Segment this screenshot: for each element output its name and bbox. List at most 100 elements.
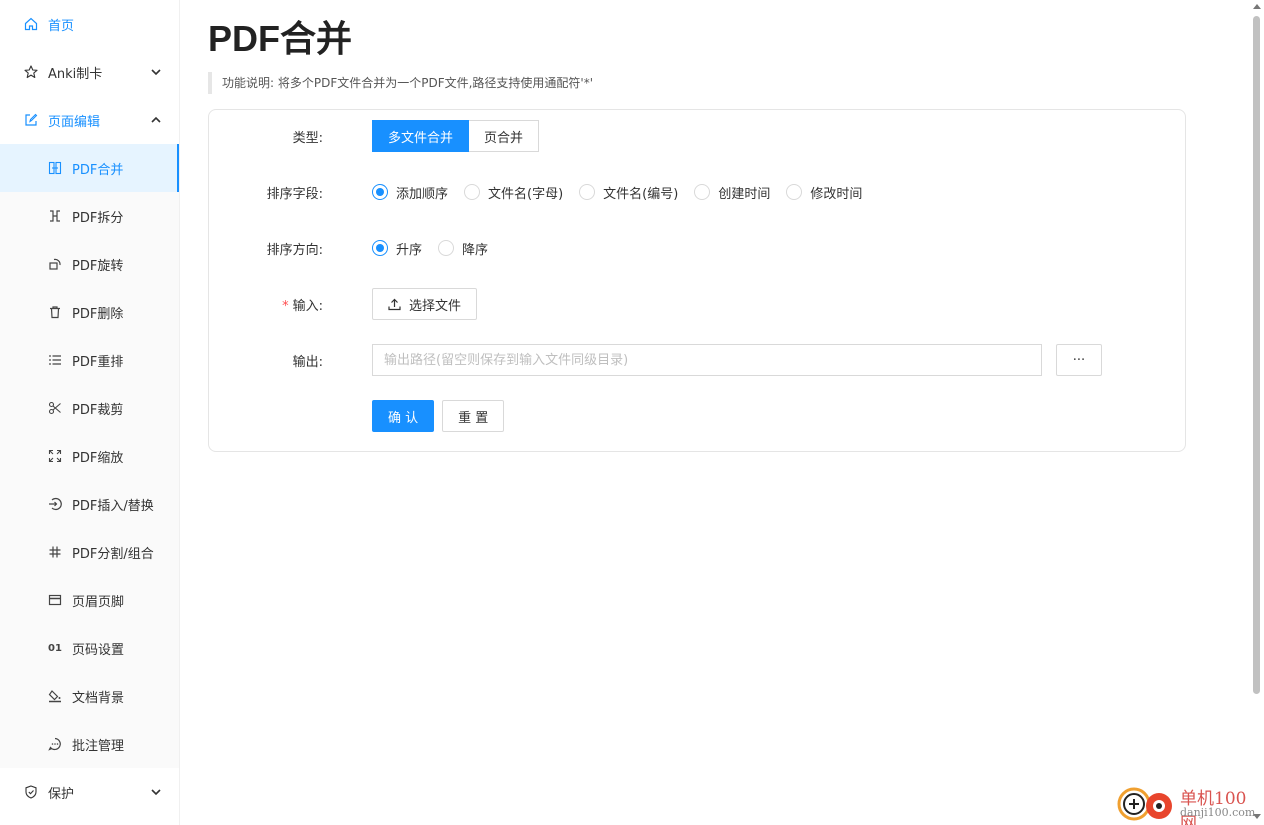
- sidebar-item-pdf-crop[interactable]: PDF裁剪: [0, 384, 179, 432]
- page-number-icon: 01: [48, 642, 62, 654]
- sidebar-item-label: 页眉页脚: [72, 594, 125, 610]
- sidebar-item-pdf-reorder[interactable]: PDF重排: [0, 336, 179, 384]
- upload-icon: [388, 298, 401, 311]
- sidebar-item-label: 首页: [48, 18, 75, 34]
- sidebar-item-background[interactable]: 文档背景: [0, 672, 179, 720]
- sidebar-item-label: Anki制卡: [48, 66, 103, 82]
- sidebar-item-label: 保护: [48, 786, 75, 802]
- radio-dot[interactable]: [372, 240, 388, 256]
- sidebar-item-page-number[interactable]: 01 页码设置: [0, 624, 179, 672]
- grid-icon: [48, 545, 62, 559]
- actions-row: 确 认 重 置: [209, 400, 1185, 432]
- radio-dot[interactable]: [372, 184, 388, 200]
- sidebar-item-label: PDF旋转: [72, 258, 124, 274]
- sidebar: 首页 Anki制卡 页面编辑 PDF合并 PDF拆分 PDF旋转 PDF删除 P…: [0, 0, 180, 825]
- reset-button[interactable]: 重 置: [442, 400, 505, 432]
- radio-dot[interactable]: [694, 184, 711, 200]
- sidebar-item-anki[interactable]: Anki制卡: [0, 48, 179, 96]
- list-icon: [48, 353, 62, 367]
- output-row: 输出: ···: [209, 344, 1185, 376]
- type-row: 类型: 多文件合并 页合并: [209, 120, 1185, 152]
- sidebar-item-pdf-merge[interactable]: PDF合并: [0, 144, 179, 192]
- browse-output-button[interactable]: ···: [1056, 344, 1102, 376]
- sort-field-radio-created[interactable]: 创建时间: [694, 183, 770, 202]
- sort-field-label: 排序字段:: [266, 186, 323, 202]
- sidebar-item-label: 批注管理: [72, 738, 125, 754]
- scroll-thumb[interactable]: [1253, 16, 1260, 694]
- sidebar-item-label: PDF合并: [72, 162, 124, 178]
- chevron-up-icon: [150, 114, 162, 126]
- home-icon: [24, 17, 38, 31]
- sidebar-item-label: 页面编辑: [48, 114, 101, 130]
- confirm-button[interactable]: 确 认: [372, 400, 435, 432]
- sidebar-item-page-edit[interactable]: 页面编辑: [0, 96, 179, 144]
- scroll-up-arrow-icon[interactable]: [1253, 4, 1261, 9]
- sidebar-item-comment[interactable]: 批注管理: [0, 720, 179, 768]
- required-mark: *: [282, 298, 289, 314]
- shield-icon: [24, 785, 38, 799]
- input-label: * 输入:: [282, 295, 323, 314]
- radio-label: 修改时间: [810, 186, 863, 202]
- merge-icon: [48, 161, 62, 175]
- sidebar-item-home[interactable]: 首页: [0, 0, 179, 48]
- chevron-down-icon: [150, 786, 162, 798]
- sidebar-item-protect[interactable]: 保护: [0, 768, 179, 816]
- trash-icon: [48, 305, 62, 319]
- chevron-down-icon: [150, 66, 162, 78]
- sort-direction-radio-asc[interactable]: 升序: [372, 239, 422, 258]
- insert-icon: [48, 497, 62, 511]
- radio-dot[interactable]: [438, 240, 455, 256]
- radio-dot[interactable]: [464, 184, 481, 200]
- sidebar-item-label: PDF删除: [72, 306, 124, 322]
- output-path-input[interactable]: [372, 344, 1042, 376]
- sort-field-radio-name-number[interactable]: 文件名(编号): [579, 183, 678, 202]
- input-label-text: 输入:: [292, 298, 323, 314]
- type-option-multi-file[interactable]: 多文件合并: [372, 120, 470, 152]
- form-card: 类型: 多文件合并 页合并 排序字段: 添加顺序 文件名(字母) 文件名(编号)…: [208, 109, 1186, 452]
- radio-label: 升序: [396, 242, 423, 258]
- sort-field-radio-name-alpha[interactable]: 文件名(字母): [464, 183, 563, 202]
- sidebar-item-pdf-delete[interactable]: PDF删除: [0, 288, 179, 336]
- radio-label: 文件名(编号): [603, 186, 679, 202]
- radio-dot[interactable]: [579, 184, 596, 200]
- watermark: 单机100网 danji100.com: [1112, 782, 1260, 825]
- sort-field-row: 排序字段: 添加顺序 文件名(字母) 文件名(编号) 创建时间 修改时间: [209, 176, 1185, 208]
- sidebar-item-pdf-split[interactable]: PDF拆分: [0, 192, 179, 240]
- split-icon: [48, 209, 62, 223]
- sort-direction-row: 排序方向: 升序 降序: [209, 232, 1185, 264]
- radio-label: 降序: [462, 242, 489, 258]
- sort-direction-radio-desc[interactable]: 降序: [438, 239, 488, 258]
- sidebar-item-label: PDF裁剪: [72, 402, 124, 418]
- watermark-logo-icon: [1117, 787, 1172, 821]
- rotate-icon: [48, 257, 62, 271]
- sidebar-item-pdf-split-combine[interactable]: PDF分割/组合: [0, 528, 179, 576]
- sidebar-item-label: 文档背景: [72, 690, 125, 706]
- sidebar-item-label: PDF缩放: [72, 450, 124, 466]
- type-segmented: 多文件合并 页合并: [372, 120, 540, 152]
- scissors-icon: [48, 401, 62, 415]
- sidebar-item-pdf-scale[interactable]: PDF缩放: [0, 432, 179, 480]
- sidebar-item-label: PDF拆分: [72, 210, 124, 226]
- radio-dot[interactable]: [786, 184, 803, 200]
- radio-label: 文件名(字母): [488, 186, 564, 202]
- radio-label: 添加顺序: [396, 186, 449, 202]
- sort-direction-label: 排序方向:: [266, 242, 323, 258]
- choose-file-label: 选择文件: [409, 298, 462, 314]
- submenu-page-edit: PDF合并 PDF拆分 PDF旋转 PDF删除 PDF重排 PDF裁剪 PDF缩…: [0, 144, 179, 768]
- sidebar-item-label: 页码设置: [72, 642, 125, 658]
- scale-icon: [48, 449, 62, 463]
- sort-field-radio-add-order[interactable]: 添加顺序: [372, 183, 448, 202]
- edit-icon: [24, 113, 38, 127]
- type-label: 类型:: [292, 130, 323, 146]
- sidebar-item-pdf-insert[interactable]: PDF插入/替换: [0, 480, 179, 528]
- sidebar-item-label: PDF分割/组合: [72, 546, 154, 562]
- sort-field-radio-modified[interactable]: 修改时间: [786, 183, 862, 202]
- page-title: PDF合并: [208, 18, 353, 59]
- header-footer-icon: [48, 593, 62, 607]
- star-icon: [24, 65, 38, 79]
- type-option-page-merge[interactable]: 页合并: [469, 120, 540, 152]
- sidebar-item-pdf-rotate[interactable]: PDF旋转: [0, 240, 179, 288]
- vertical-scrollbar[interactable]: [1250, 0, 1264, 825]
- choose-file-button[interactable]: 选择文件: [372, 288, 478, 320]
- sidebar-item-header-footer[interactable]: 页眉页脚: [0, 576, 179, 624]
